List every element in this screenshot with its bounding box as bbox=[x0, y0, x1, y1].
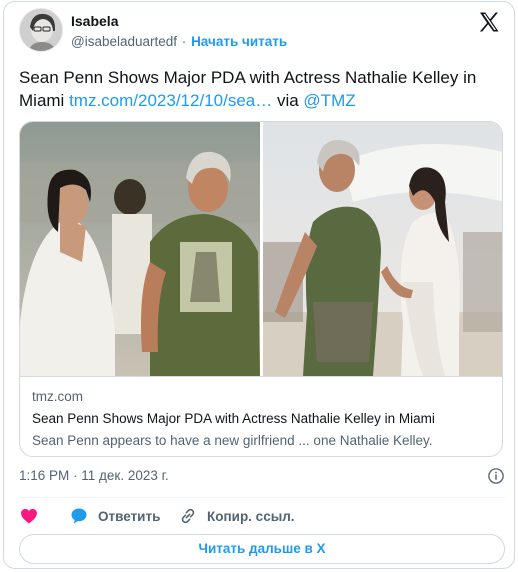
author-handle-row: @isabeladuartedf · Начать читать bbox=[71, 34, 287, 49]
separator-dot: · bbox=[181, 34, 187, 49]
avatar[interactable] bbox=[19, 8, 63, 52]
link-title: Sean Penn Shows Major PDA with Actress N… bbox=[32, 411, 435, 426]
author-handle[interactable]: @isabeladuartedf bbox=[71, 34, 177, 49]
speech-bubble-icon bbox=[71, 508, 87, 524]
link-description: Sean Penn appears to have a new girlfrie… bbox=[32, 433, 433, 448]
author-name[interactable]: Isabela bbox=[71, 13, 118, 29]
divider bbox=[19, 497, 505, 498]
info-icon[interactable] bbox=[487, 467, 505, 485]
link-preview-card[interactable]: tmz.com Sean Penn Shows Major PDA with A… bbox=[19, 121, 503, 457]
timestamp-row: 1:16 PM · 11 дек. 2023 г. bbox=[19, 467, 505, 487]
preview-photo-right bbox=[263, 122, 502, 376]
heart-icon bbox=[21, 508, 37, 524]
tweet-mention[interactable]: @TMZ bbox=[303, 91, 355, 110]
follow-button[interactable]: Начать читать bbox=[191, 34, 287, 49]
preview-photo-left bbox=[20, 122, 260, 376]
tweet-link[interactable]: tmz.com/2023/12/10/sea… bbox=[69, 91, 272, 110]
tweet-card: Isabela @isabeladuartedf · Начать читать… bbox=[3, 1, 515, 569]
like-button[interactable] bbox=[19, 505, 48, 527]
tweet-actions: Ответить Копир. ссыл. bbox=[19, 505, 505, 527]
avatar-image bbox=[20, 9, 62, 51]
tweet-via: via bbox=[272, 91, 304, 110]
copy-link-label: Копир. ссыл. bbox=[207, 508, 295, 524]
link-domain: tmz.com bbox=[32, 389, 84, 404]
x-logo-icon[interactable] bbox=[477, 10, 501, 34]
copy-link-button[interactable]: Копир. ссыл. bbox=[178, 505, 295, 527]
link-icon bbox=[181, 508, 195, 524]
preview-photos bbox=[20, 122, 502, 376]
reply-button[interactable]: Ответить bbox=[69, 505, 160, 527]
link-meta: tmz.com Sean Penn Shows Major PDA with A… bbox=[20, 376, 502, 456]
reply-label: Ответить bbox=[98, 508, 161, 524]
tweet-text: Sean Penn Shows Major PDA with Actress N… bbox=[19, 66, 509, 112]
read-more-button[interactable]: Читать дальше в X bbox=[19, 534, 505, 564]
tweet-timestamp[interactable]: 1:16 PM · 11 дек. 2023 г. bbox=[19, 468, 169, 483]
tweet-header: Isabela @isabeladuartedf · Начать читать bbox=[19, 8, 503, 54]
